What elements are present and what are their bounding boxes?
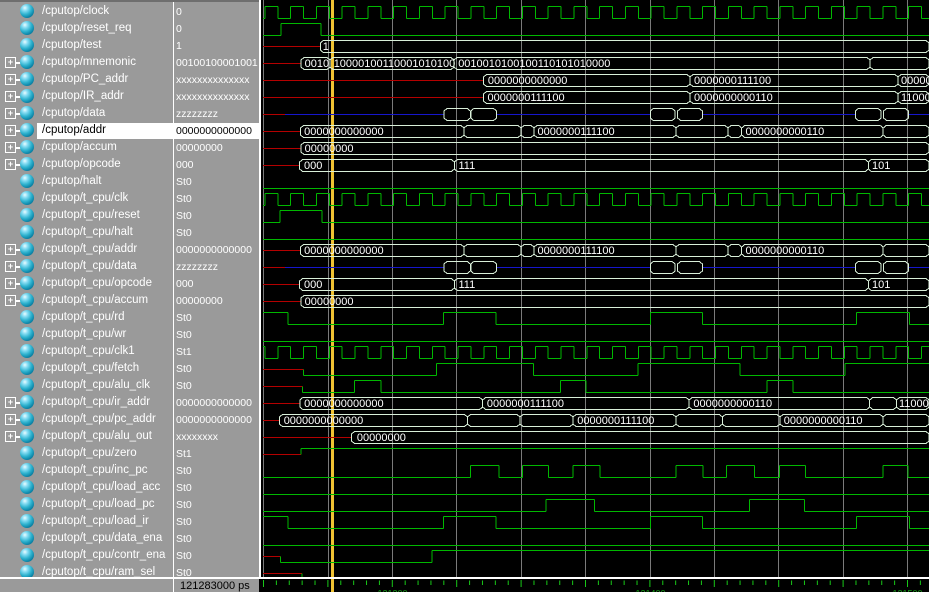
svg-text:00000000: 00000000: [305, 296, 354, 308]
svg-text:11000: 11000: [901, 92, 929, 104]
svg-text:0000000000000: 0000000000000: [304, 126, 384, 138]
svg-text:0000000000110: 0000000000110: [746, 245, 825, 257]
svg-text:101: 101: [872, 279, 890, 291]
svg-text:000: 000: [304, 160, 322, 172]
svg-text:111: 111: [459, 279, 476, 291]
svg-text:00000000: 00000000: [357, 432, 406, 444]
svg-text:10000100110001010100: 10000100110001010100: [334, 58, 456, 70]
svg-text:0000000000000: 0000000000000: [304, 398, 384, 410]
svg-text:0000000000000: 0000000000000: [488, 75, 568, 87]
svg-text:0000000111100: 0000000111100: [488, 92, 565, 104]
svg-text:121500: 121500: [892, 589, 922, 592]
svg-text:000: 000: [304, 279, 322, 291]
svg-text:0000000111100: 0000000111100: [538, 126, 615, 138]
svg-text:0000000000110: 0000000000110: [746, 126, 825, 138]
svg-text:0010: 0010: [305, 58, 329, 70]
svg-text:0000000111100: 0000000111100: [577, 415, 654, 427]
svg-text:121400: 121400: [635, 589, 665, 592]
svg-text:0000000111100: 0000000111100: [538, 245, 615, 257]
svg-text:0000000000000: 0000000000000: [304, 245, 384, 257]
svg-text:0000000000000: 0000000000000: [284, 415, 364, 427]
svg-text:1: 1: [323, 41, 329, 53]
svg-text:0000000000110: 0000000000110: [694, 92, 773, 104]
svg-text:121300: 121300: [377, 589, 407, 592]
svg-text:0000000111100: 0000000111100: [694, 75, 771, 87]
svg-text:0000000000110: 0000000000110: [693, 398, 772, 410]
svg-text:0010010100100110101010000: 0010010100100110101010000: [458, 58, 610, 70]
svg-text:111: 111: [459, 160, 476, 172]
svg-text:0000000111100: 0000000111100: [487, 398, 564, 410]
svg-text:11000: 11000: [899, 398, 929, 410]
svg-text:00000: 00000: [901, 75, 929, 87]
svg-text:0000000000110: 0000000000110: [784, 415, 863, 427]
svg-text:101: 101: [872, 160, 890, 172]
svg-text:00000000: 00000000: [305, 143, 354, 155]
